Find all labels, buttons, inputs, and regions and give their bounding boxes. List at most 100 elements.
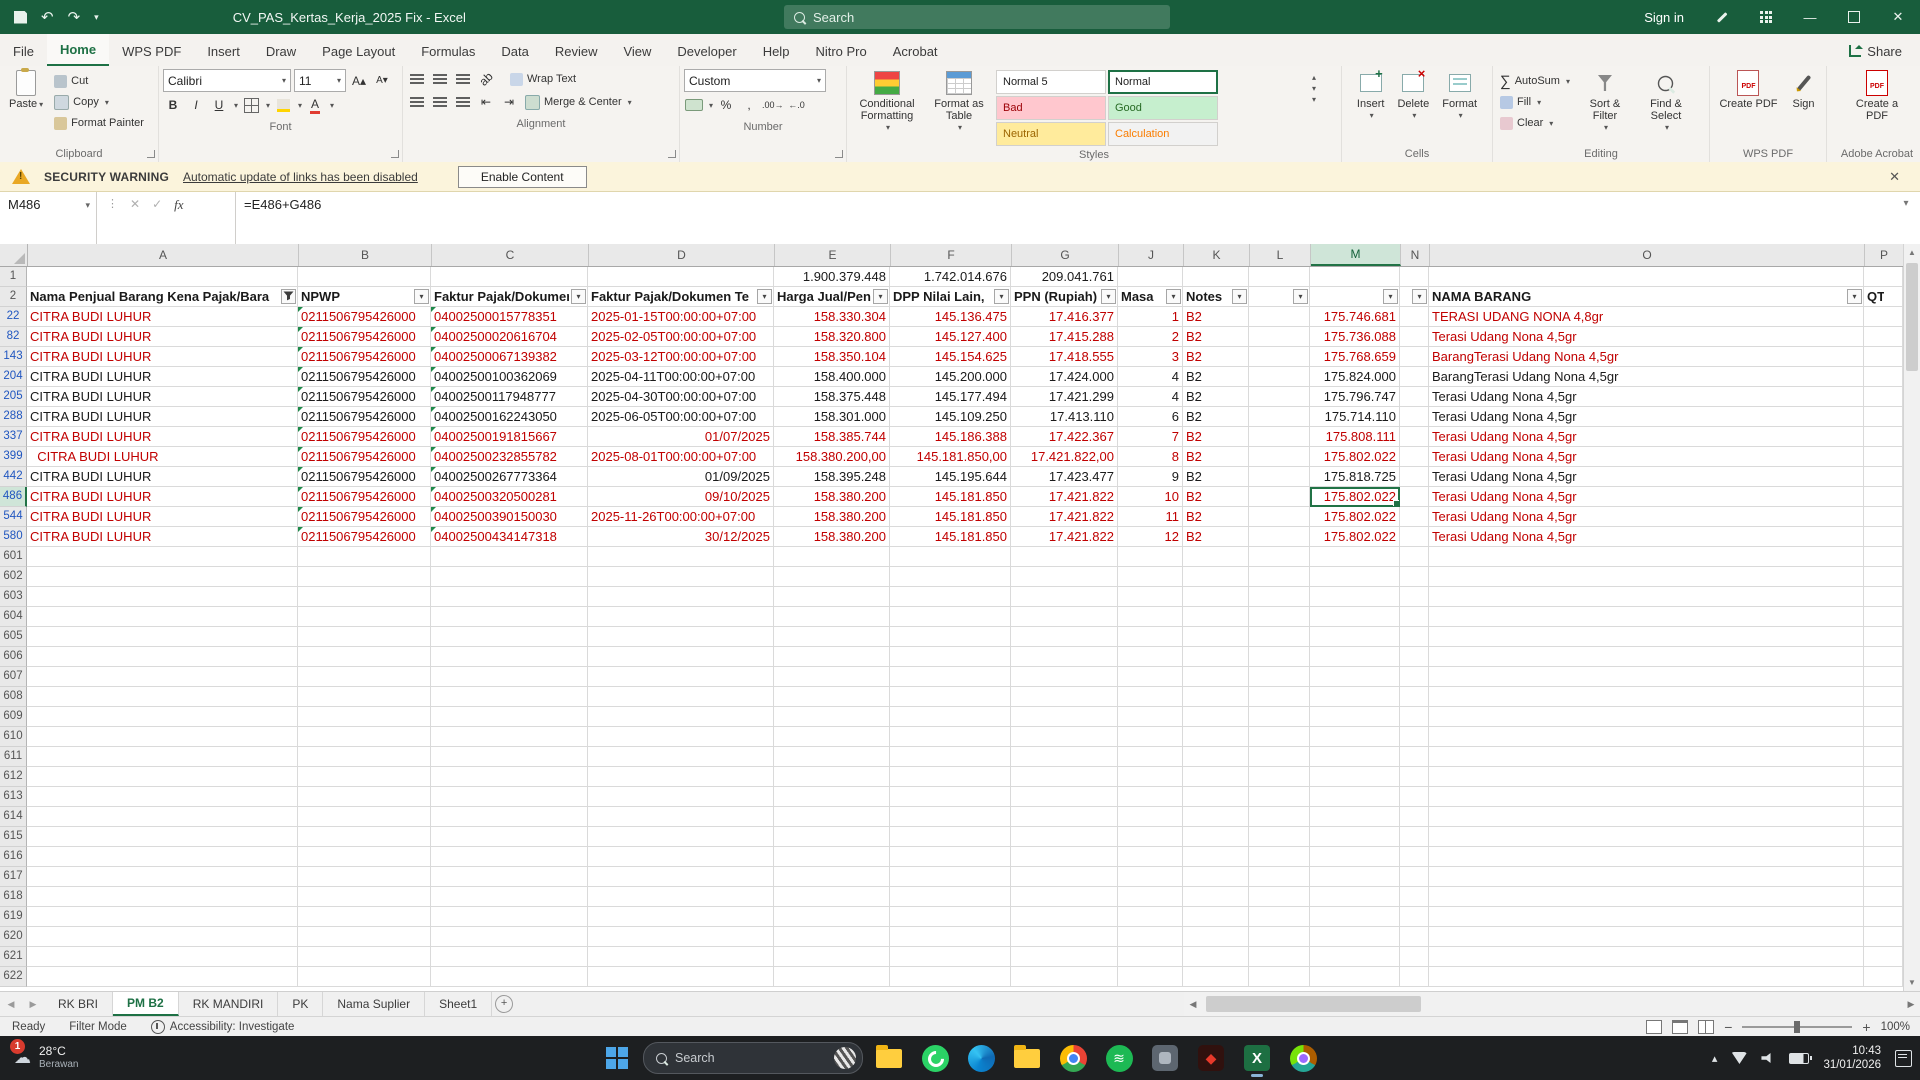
cell-C82[interactable]: 04002500020616704 (431, 327, 588, 347)
cell-P622[interactable] (1864, 967, 1903, 987)
cell-B604[interactable] (298, 607, 431, 627)
cell-E608[interactable] (774, 687, 890, 707)
cell-J442[interactable]: 9 (1118, 467, 1183, 487)
cell-L22[interactable] (1249, 307, 1310, 327)
cell-K613[interactable] (1183, 787, 1249, 807)
cell-C621[interactable] (431, 947, 588, 967)
cell-C602[interactable] (431, 567, 588, 587)
ribbon-tab-insert[interactable]: Insert (194, 36, 253, 66)
cell-O610[interactable] (1429, 727, 1864, 747)
cell-A617[interactable] (27, 867, 298, 887)
cell-D622[interactable] (588, 967, 774, 987)
cell-O609[interactable] (1429, 707, 1864, 727)
row-header-609[interactable]: 609 (0, 707, 27, 727)
cell-J2[interactable]: Masa ▾ (1118, 287, 1183, 307)
cell-K1[interactable] (1183, 267, 1249, 287)
cell-D205[interactable]: 2025-04-30T00:00:00+07:00 (588, 387, 774, 407)
cell-N615[interactable] (1400, 827, 1429, 847)
cell-G544[interactable]: 17.421.822 (1011, 507, 1118, 527)
cell-A620[interactable] (27, 927, 298, 947)
wifi-icon[interactable] (1731, 1052, 1748, 1064)
zoom-out-icon[interactable]: − (1724, 1020, 1732, 1034)
zoom-slider-thumb[interactable] (1794, 1020, 1801, 1033)
row-header-606[interactable]: 606 (0, 647, 27, 667)
cell-O2[interactable]: NAMA BARANG ▾ (1429, 287, 1864, 307)
cell-J602[interactable] (1118, 567, 1183, 587)
cell-M580[interactable]: 175.802.022 (1310, 527, 1400, 547)
cell-O205[interactable]: Terasi Udang Nona 4,5gr (1429, 387, 1864, 407)
ribbon-tab-home[interactable]: Home (46, 34, 110, 66)
underline-button[interactable]: U (209, 95, 229, 115)
formula-input[interactable]: =E486+G486 (236, 192, 1892, 244)
cell-F82[interactable]: 145.127.400 (890, 327, 1011, 347)
clipboard-dialog-launcher[interactable] (147, 150, 155, 158)
cell-B620[interactable] (298, 927, 431, 947)
percent-style-icon[interactable]: % (716, 95, 736, 115)
cell-E616[interactable] (774, 847, 890, 867)
cell-B601[interactable] (298, 547, 431, 567)
cell-J614[interactable] (1118, 807, 1183, 827)
row-header-604[interactable]: 604 (0, 607, 27, 627)
cell-E442[interactable]: 158.395.248 (774, 467, 890, 487)
cell-P607[interactable] (1864, 667, 1903, 687)
row-header-611[interactable]: 611 (0, 747, 27, 767)
cell-K611[interactable] (1183, 747, 1249, 767)
cell-F616[interactable] (890, 847, 1011, 867)
cell-K544[interactable]: B2 (1183, 507, 1249, 527)
tray-chevron-icon[interactable]: ▴ (1712, 1052, 1718, 1065)
inking-icon[interactable] (1700, 0, 1744, 34)
cell-C608[interactable] (431, 687, 588, 707)
cell-O611[interactable] (1429, 747, 1864, 767)
cell-F611[interactable] (890, 747, 1011, 767)
sheet-tab-rk-bri[interactable]: RK BRI (44, 992, 114, 1016)
cell-C601[interactable] (431, 547, 588, 567)
zoom-level[interactable]: 100% (1881, 1021, 1910, 1033)
row-header-613[interactable]: 613 (0, 787, 27, 807)
cell-G1[interactable]: 209.041.761 (1011, 267, 1118, 287)
horizontal-scroll-thumb[interactable] (1206, 996, 1421, 1012)
page-layout-view-icon[interactable] (1672, 1019, 1689, 1034)
zoom-in-icon[interactable]: + (1862, 1020, 1870, 1034)
cell-M1[interactable] (1310, 267, 1400, 287)
ribbon-tab-page-layout[interactable]: Page Layout (309, 36, 408, 66)
cell-A606[interactable] (27, 647, 298, 667)
cell-F337[interactable]: 145.186.388 (890, 427, 1011, 447)
cell-B22[interactable]: 0211506795426000 (298, 307, 431, 327)
align-top-icon[interactable] (407, 69, 427, 89)
column-header-M[interactable]: M (1311, 244, 1401, 266)
cell-O204[interactable]: BarangTerasi Udang Nona 4,5gr (1429, 367, 1864, 387)
cell-E580[interactable]: 158.380.200 (774, 527, 890, 547)
cell-G205[interactable]: 17.421.299 (1011, 387, 1118, 407)
cell-E607[interactable] (774, 667, 890, 687)
cell-O603[interactable] (1429, 587, 1864, 607)
cell-O620[interactable] (1429, 927, 1864, 947)
cell-K622[interactable] (1183, 967, 1249, 987)
cell-K442[interactable]: B2 (1183, 467, 1249, 487)
cell-N609[interactable] (1400, 707, 1429, 727)
sign-in-button[interactable]: Sign in (1628, 10, 1700, 25)
browser-icon[interactable] (1283, 1038, 1323, 1078)
cell-M620[interactable] (1310, 927, 1400, 947)
cell-K205[interactable]: B2 (1183, 387, 1249, 407)
align-left-icon[interactable] (407, 92, 427, 112)
decrease-decimal-icon[interactable]: ←.0 (787, 95, 807, 115)
filter-dropdown-icon[interactable]: ▾ (994, 289, 1009, 304)
cell-C605[interactable] (431, 627, 588, 647)
cell-O607[interactable] (1429, 667, 1864, 687)
cell-B617[interactable] (298, 867, 431, 887)
cell-D620[interactable] (588, 927, 774, 947)
font-dialog-launcher[interactable] (391, 150, 399, 158)
cell-B619[interactable] (298, 907, 431, 927)
cell-L288[interactable] (1249, 407, 1310, 427)
titlebar-search[interactable]: Search (784, 5, 1170, 29)
cell-K580[interactable]: B2 (1183, 527, 1249, 547)
cell-L2[interactable]: ▾ (1249, 287, 1310, 307)
cell-A621[interactable] (27, 947, 298, 967)
cell-C143[interactable]: 04002500067139382 (431, 347, 588, 367)
cell-E611[interactable] (774, 747, 890, 767)
cell-A605[interactable] (27, 627, 298, 647)
cell-P603[interactable] (1864, 587, 1903, 607)
cell-P486[interactable] (1864, 487, 1903, 507)
ribbon-tab-review[interactable]: Review (542, 36, 611, 66)
cell-M610[interactable] (1310, 727, 1400, 747)
